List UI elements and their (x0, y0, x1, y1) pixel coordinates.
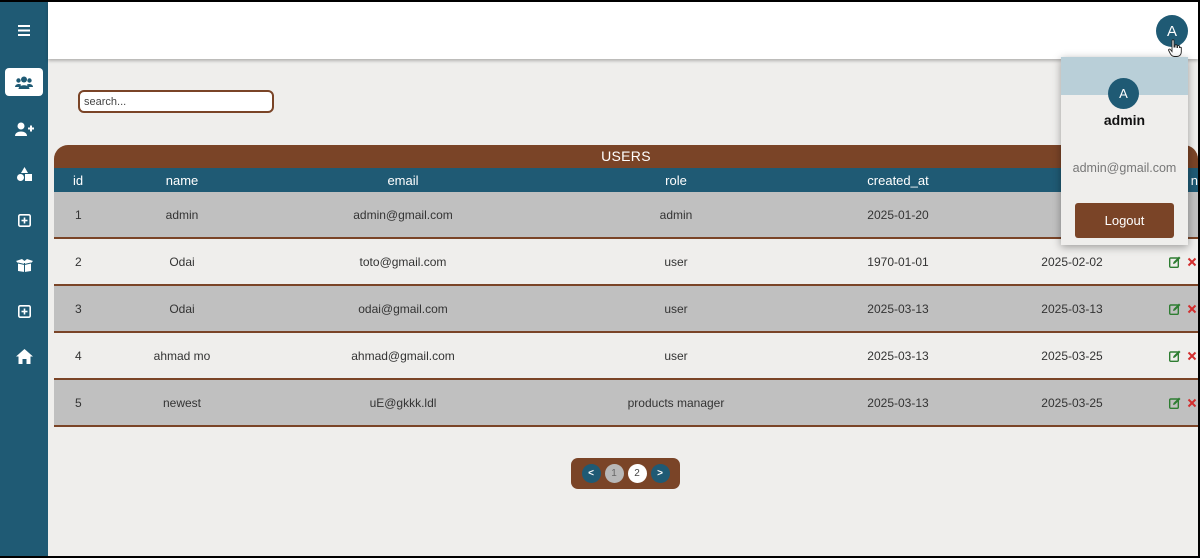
cell-last-login: 2025-03-25 (1041, 395, 1103, 410)
plus-square-icon (17, 213, 31, 227)
boxes-icon (15, 258, 33, 272)
hand-cursor-icon (1168, 39, 1182, 57)
table-row: 4 ahmad mo ahmad@gmail.com user 2025-03-… (54, 333, 1198, 380)
delete-icon[interactable] (1185, 302, 1198, 315)
edit-icon[interactable] (1168, 396, 1181, 409)
menu-toggle-button[interactable] (5, 16, 43, 44)
table-row: 1 admin admin@gmail.com admin 2025-01-20… (54, 192, 1198, 239)
page-2-button[interactable]: 2 (627, 464, 647, 483)
table-row: 3 Odai odai@gmail.com user 2025-03-13 20… (54, 286, 1198, 333)
top-bar: A (48, 2, 1198, 59)
cell-created-at: 2025-03-13 (867, 395, 929, 410)
table-header: id name email role created_at las n (54, 168, 1198, 192)
users-icon (15, 76, 33, 89)
cell-name: Odai (169, 301, 195, 316)
sidebar-item-add-product[interactable] (5, 297, 43, 325)
column-header-email: email (387, 172, 419, 188)
cell-email: admin@gmail.com (353, 207, 453, 222)
sidebar (0, 2, 48, 556)
cell-role: products manager (627, 395, 725, 410)
sidebar-item-add-category[interactable] (5, 206, 43, 234)
cell-name: Odai (169, 254, 195, 269)
cell-role: admin (659, 207, 693, 222)
sidebar-item-home[interactable] (5, 342, 43, 370)
table-title: USERS (54, 145, 1198, 168)
profile-name: admin (1103, 112, 1146, 128)
sidebar-item-products[interactable] (5, 251, 43, 279)
row-actions (1156, 302, 1198, 315)
page-1-button[interactable]: 1 (604, 464, 624, 483)
user-plus-icon (14, 122, 34, 136)
pagination: < 1 2 > (571, 458, 680, 489)
delete-icon[interactable] (1185, 255, 1198, 268)
table-row: 5 newest uE@gkkk.ldl products manager 20… (54, 380, 1198, 427)
cell-name: newest (162, 395, 202, 410)
cell-created-at: 1970-01-01 (867, 254, 929, 269)
edit-icon[interactable] (1168, 302, 1181, 315)
table-row: 2 Odai toto@gmail.com user 1970-01-01 20… (54, 239, 1198, 286)
prev-page-button[interactable]: < (581, 464, 601, 483)
search-input[interactable] (78, 90, 274, 113)
row-actions (1156, 349, 1198, 362)
column-header-name: name (165, 172, 199, 188)
cell-id: 1 (75, 207, 82, 222)
cell-name: ahmad mo (153, 348, 211, 363)
sidebar-item-add-user[interactable] (5, 115, 43, 143)
delete-icon[interactable] (1185, 396, 1198, 409)
cell-id: 2 (75, 254, 82, 269)
cell-created-at: 2025-01-20 (867, 207, 929, 222)
column-header-id: id (73, 172, 84, 188)
sidebar-item-categories[interactable] (5, 160, 43, 188)
cell-created-at: 2025-03-13 (867, 301, 929, 316)
plus-square-icon (17, 304, 31, 318)
column-header-created-at: created_at (867, 172, 929, 188)
profile-menu: A admin admin@gmail.com Logout (1061, 57, 1188, 245)
logout-button[interactable]: Logout (1075, 203, 1174, 238)
cell-role: user (664, 254, 688, 269)
cell-email: odai@gmail.com (358, 301, 448, 316)
delete-icon[interactable] (1185, 349, 1198, 362)
column-header-actions-label: n (1190, 172, 1198, 188)
cell-role: user (664, 348, 688, 363)
column-header-role: role (665, 172, 687, 188)
cell-id: 5 (75, 395, 82, 410)
users-table: USERS id name email role created_at las … (54, 145, 1198, 427)
cell-email: uE@gkkk.ldl (369, 395, 437, 410)
avatar: A (1108, 78, 1139, 109)
row-actions (1156, 396, 1198, 409)
cell-id: 4 (75, 348, 82, 363)
profile-email: admin@gmail.com (1072, 161, 1177, 175)
edit-icon[interactable] (1168, 349, 1181, 362)
cell-role: user (664, 301, 688, 316)
row-actions (1156, 255, 1198, 268)
edit-icon[interactable] (1168, 255, 1181, 268)
cell-email: ahmad@gmail.com (351, 348, 455, 363)
app-window: A USERS id name email role created_at la… (0, 2, 1198, 556)
shapes-icon (16, 167, 32, 181)
cell-created-at: 2025-03-13 (867, 348, 929, 363)
menu-icon (18, 24, 30, 36)
cell-id: 3 (75, 301, 82, 316)
cell-name: admin (165, 207, 199, 222)
cell-last-login: 2025-03-25 (1041, 348, 1103, 363)
cell-email: toto@gmail.com (359, 254, 447, 269)
cell-last-login: 2025-03-13 (1041, 301, 1103, 316)
home-icon (15, 348, 33, 364)
sidebar-item-users[interactable] (5, 68, 43, 96)
cell-last-login: 2025-02-02 (1041, 254, 1103, 269)
next-page-button[interactable]: > (650, 464, 670, 483)
